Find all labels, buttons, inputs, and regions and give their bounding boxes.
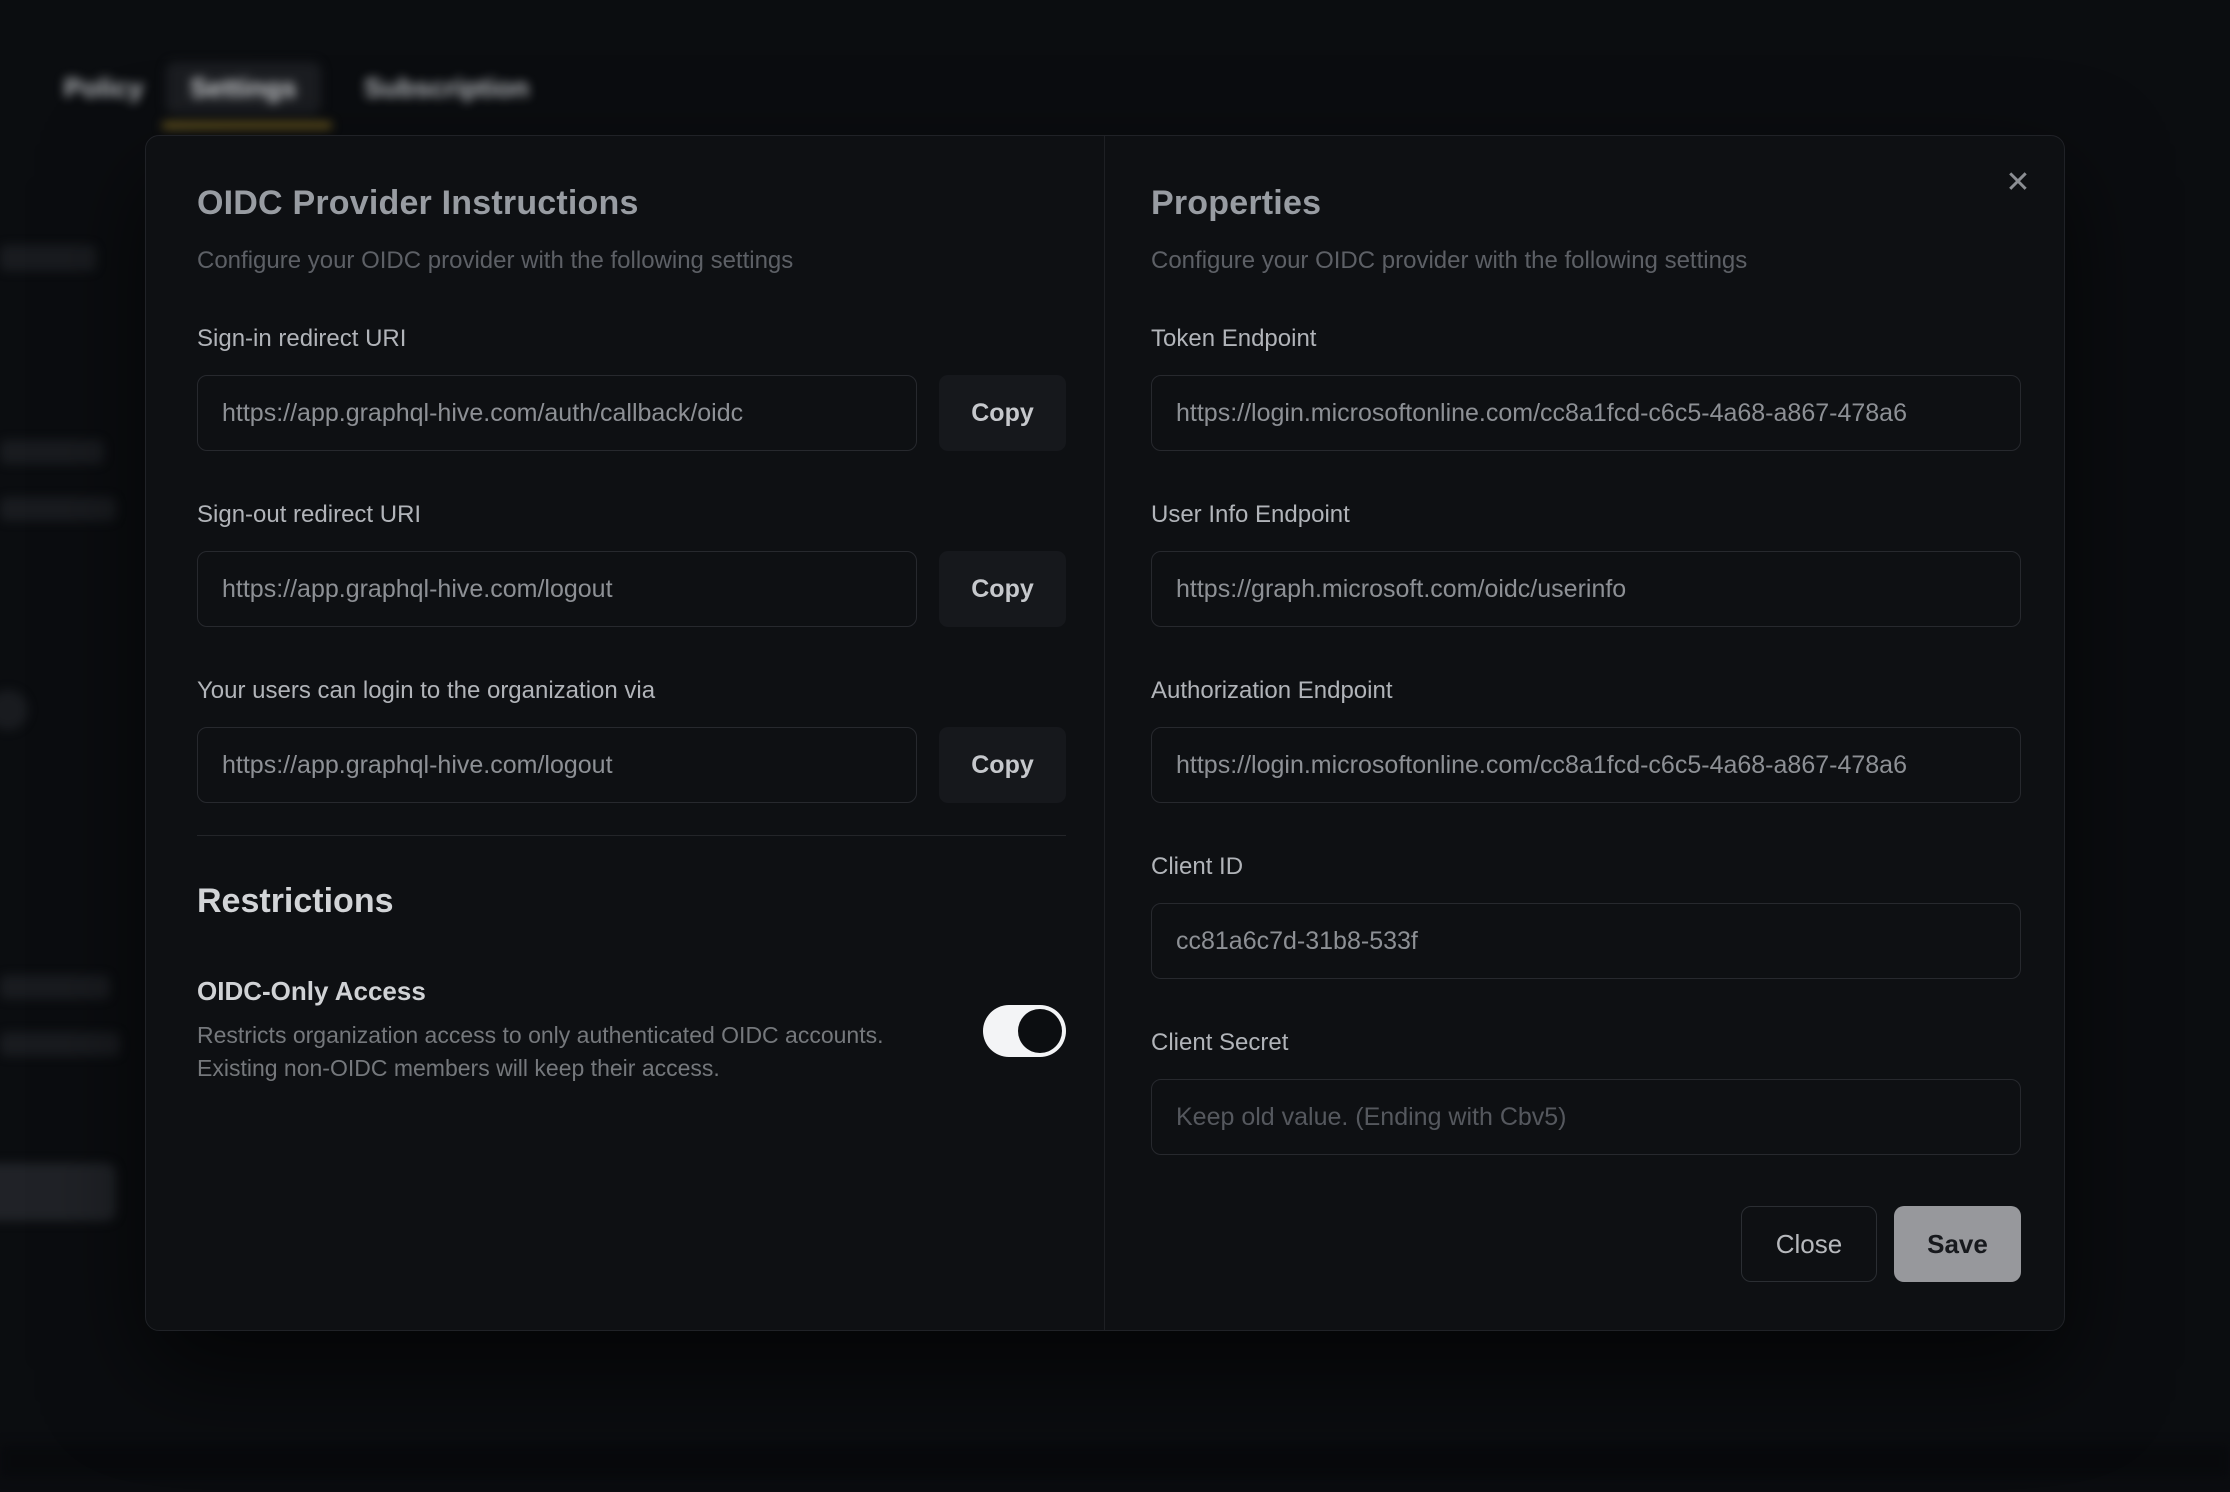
signout-redirect-input[interactable] (197, 551, 917, 627)
active-tab-underline (162, 122, 332, 129)
copy-signin-button[interactable]: Copy (939, 375, 1066, 451)
instructions-title: OIDC Provider Instructions (197, 184, 1066, 223)
copy-signout-button[interactable]: Copy (939, 551, 1066, 627)
login-via-label: Your users can login to the organization… (197, 677, 1066, 705)
instructions-column: OIDC Provider Instructions Configure you… (197, 184, 1066, 1085)
close-button[interactable]: Close (1741, 1206, 1877, 1282)
restrictions-title: Restrictions (197, 882, 1066, 921)
tab-policy-label: Policy (64, 73, 144, 104)
oidc-only-access-toggle[interactable] (983, 1005, 1066, 1057)
dialog-actions: Close Save (1151, 1206, 2021, 1282)
oidc-only-access-row: OIDC-Only Access Restricts organization … (197, 976, 1066, 1085)
column-divider (1104, 136, 1105, 1330)
tab-settings[interactable]: Settings (166, 62, 321, 114)
tab-subscription[interactable]: Subscription (340, 62, 553, 114)
oidc-only-access-label: OIDC-Only Access (197, 976, 953, 1007)
blurred-fragment (0, 497, 116, 521)
tab-policy[interactable]: Policy (40, 62, 168, 114)
userinfo-endpoint-input[interactable] (1151, 551, 2021, 627)
authorization-endpoint-label: Authorization Endpoint (1151, 677, 2021, 705)
blurred-fragment (0, 975, 110, 999)
save-button[interactable]: Save (1894, 1206, 2021, 1282)
blurred-button (0, 1163, 116, 1221)
signin-redirect-label: Sign-in redirect URI (197, 325, 1066, 353)
signin-redirect-input[interactable] (197, 375, 917, 451)
blurred-fragment (0, 690, 28, 730)
properties-subtitle: Configure your OIDC provider with the fo… (1151, 247, 2021, 275)
token-endpoint-input[interactable] (1151, 375, 2021, 451)
client-id-input[interactable] (1151, 903, 2021, 979)
tab-settings-label: Settings (190, 73, 297, 104)
background-band (0, 1444, 2230, 1478)
client-id-label: Client ID (1151, 853, 2021, 881)
signout-redirect-label: Sign-out redirect URI (197, 501, 1066, 529)
tab-subscription-label: Subscription (364, 73, 529, 104)
properties-column: Properties Configure your OIDC provider … (1151, 184, 2021, 1282)
description-line-1: Restricts organization access to only au… (197, 1019, 953, 1052)
description-line-2: Existing non-OIDC members will keep thei… (197, 1052, 953, 1085)
client-secret-label: Client Secret (1151, 1029, 2021, 1057)
instructions-subtitle: Configure your OIDC provider with the fo… (197, 247, 1066, 275)
blurred-fragment (0, 1032, 120, 1056)
section-divider (197, 835, 1066, 836)
authorization-endpoint-input[interactable] (1151, 727, 2021, 803)
userinfo-endpoint-label: User Info Endpoint (1151, 501, 2021, 529)
login-via-input[interactable] (197, 727, 917, 803)
properties-title: Properties (1151, 184, 2021, 223)
toggle-thumb (1018, 1009, 1062, 1053)
oidc-only-access-description: Restricts organization access to only au… (197, 1019, 953, 1085)
oidc-settings-dialog: ✕ OIDC Provider Instructions Configure y… (145, 135, 2065, 1331)
token-endpoint-label: Token Endpoint (1151, 325, 2021, 353)
client-secret-input[interactable] (1151, 1079, 2021, 1155)
copy-login-via-button[interactable]: Copy (939, 727, 1066, 803)
blurred-fragment (0, 245, 96, 271)
blurred-fragment (0, 440, 104, 464)
